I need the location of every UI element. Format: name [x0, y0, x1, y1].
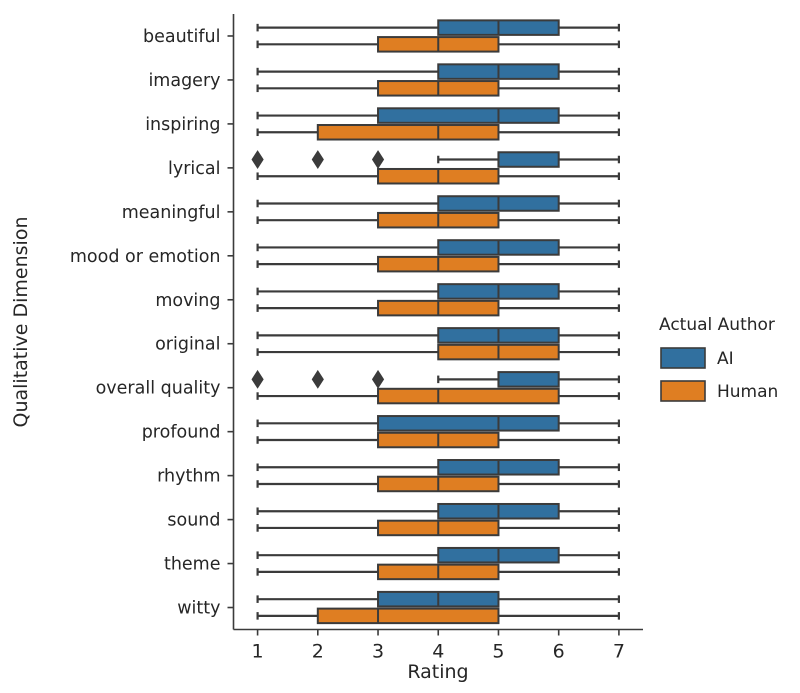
box-ai-original: [256, 327, 621, 344]
box-ai-profound: [256, 415, 621, 432]
y-tick-label: theme: [164, 555, 221, 575]
outlier-marker: [371, 150, 385, 169]
x-axis-ticks: [256, 629, 620, 636]
y-tick-label: moving: [155, 291, 220, 311]
box-body: [316, 124, 500, 141]
y-tick-label: mood or emotion: [70, 247, 221, 267]
box-body: [316, 607, 500, 625]
legend: Actual Author AI Human: [659, 315, 778, 402]
legend-swatch-ai: [660, 347, 706, 369]
axes-spines: [232, 14, 643, 631]
box-ai-inspiring: [256, 107, 621, 124]
box-human-imagery: [256, 80, 621, 97]
outlier-marker: [371, 369, 385, 389]
outlier-marker: [311, 369, 324, 389]
box-human-overall-quality: [256, 387, 621, 405]
box-ai-theme: [256, 546, 621, 564]
box-ai-rhythm: [256, 459, 621, 476]
x-tick-label: 6: [553, 641, 565, 663]
y-tick-label: imagery: [148, 71, 220, 91]
y-tick-label: overall quality: [96, 379, 221, 399]
box-human-sound: [256, 519, 621, 537]
box-human-original: [256, 343, 621, 361]
y-axis-title: Qualitative Dimension: [10, 217, 32, 428]
box-body: [497, 151, 560, 168]
outlier-marker: [251, 369, 264, 389]
box-ai-beautiful: [256, 19, 621, 36]
y-tick-label: witty: [177, 599, 220, 619]
box-body: [497, 371, 560, 388]
legend-label-human: Human: [717, 382, 778, 402]
boxplot-figure: 1 2 3 4 5 6 7 beautiful imagery inspiring lyrical…: [0, 0, 800, 693]
box-human-witty: [256, 607, 621, 625]
outlier-marker: [251, 150, 264, 169]
y-axis-ticks: [227, 35, 234, 609]
y-tick-label: meaningful: [122, 203, 221, 223]
x-tick-label: 2: [312, 641, 324, 663]
legend-swatch-human: [660, 380, 706, 402]
box-ai-lyrical: [251, 150, 621, 169]
box-human-inspiring: [256, 124, 621, 141]
box-ai-overall-quality: [251, 369, 621, 389]
box-ai-moving: [256, 283, 621, 300]
box-plot-elements: [251, 19, 621, 625]
box-ai-meaningful: [256, 195, 621, 212]
outlier-marker: [311, 150, 324, 169]
box-human-mood-or-emotion: [256, 255, 621, 273]
y-tick-label: sound: [167, 511, 220, 531]
box-human-lyrical: [256, 167, 621, 185]
y-tick-label: beautiful: [143, 27, 221, 47]
x-tick-label: 4: [432, 641, 444, 663]
x-tick-label: 1: [252, 641, 264, 663]
legend-label-ai: AI: [717, 349, 734, 369]
boxplot-canvas: 1 2 3 4 5 6 7 beautiful imagery inspiring lyrical…: [10, 14, 778, 683]
box-ai-mood-or-emotion: [256, 239, 621, 256]
y-axis-tick-labels: beautiful imagery inspiring lyrical meaningf…: [70, 27, 221, 619]
x-tick-label: 7: [613, 641, 625, 663]
box-human-theme: [256, 563, 621, 581]
legend-entries: AI Human: [660, 347, 778, 402]
y-tick-label: lyrical: [168, 159, 220, 179]
box-human-rhythm: [256, 475, 621, 493]
y-tick-label: profound: [142, 423, 221, 443]
box-human-meaningful: [256, 211, 621, 229]
box-body: [377, 107, 560, 124]
x-tick-label: 3: [372, 641, 384, 663]
box-ai-imagery: [256, 63, 621, 80]
box-body: [377, 415, 560, 432]
x-axis-title: Rating: [407, 661, 468, 683]
y-tick-label: rhythm: [157, 467, 220, 487]
y-tick-label: original: [155, 335, 220, 355]
box-human-beautiful: [256, 36, 621, 53]
box-human-moving: [256, 299, 621, 317]
y-tick-label: inspiring: [145, 115, 220, 135]
box-ai-witty: [256, 590, 621, 608]
legend-title: Actual Author: [659, 315, 775, 335]
box-body: [377, 387, 560, 405]
x-axis-tick-labels: 1 2 3 4 5 6 7: [252, 641, 625, 663]
x-tick-label: 5: [492, 641, 504, 663]
box-human-profound: [256, 431, 621, 449]
box-ai-sound: [256, 502, 621, 520]
